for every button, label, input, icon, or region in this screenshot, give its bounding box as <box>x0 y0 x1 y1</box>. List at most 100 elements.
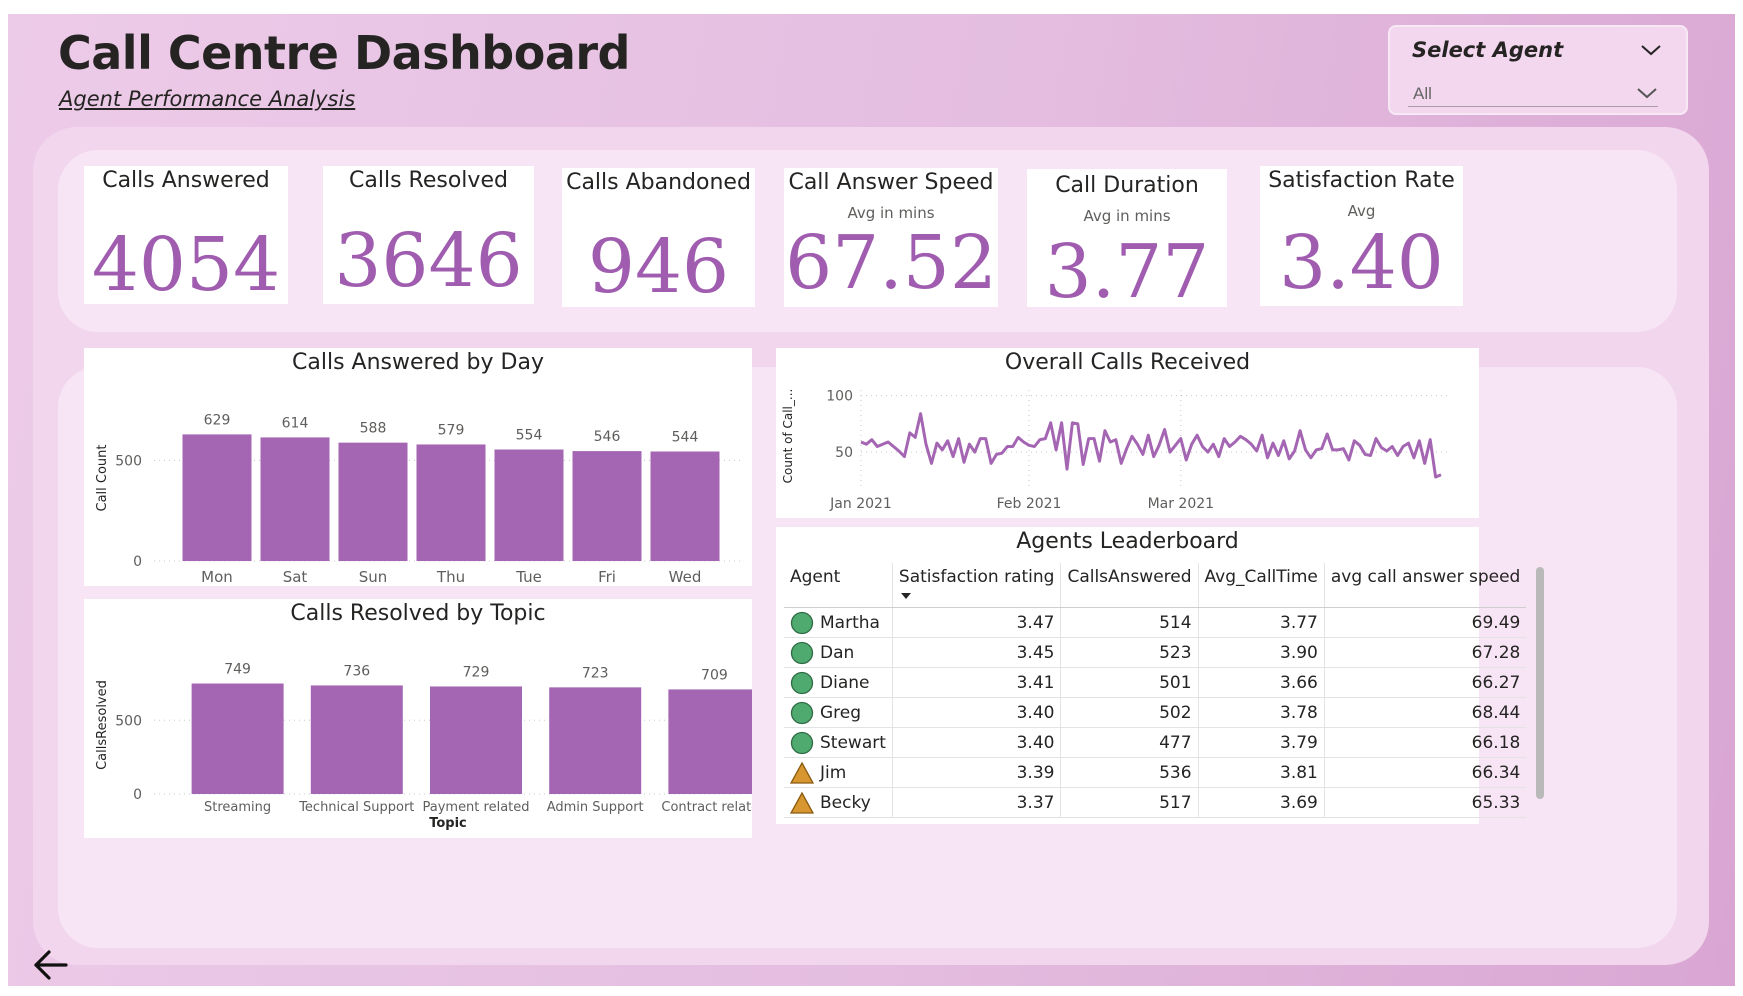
kpi-title: Satisfaction Rate <box>1268 168 1455 193</box>
data-label: 736 <box>343 663 370 679</box>
agent-name: Becky <box>820 792 871 813</box>
cell-answer-speed: 66.27 <box>1323 667 1527 698</box>
bar[interactable] <box>430 686 522 794</box>
kpi-card-calls-abandoned: Calls Abandoned 946 <box>562 168 755 307</box>
cell-avg-calltime: 3.66 <box>1197 667 1325 698</box>
cell-satisfaction: 3.45 <box>891 637 1061 668</box>
y-tick-label: 0 <box>133 787 142 803</box>
cell-avg-calltime: 3.78 <box>1197 697 1325 728</box>
agent-name: Greg <box>820 702 862 723</box>
kpi-value: 946 <box>587 224 730 310</box>
bar[interactable] <box>310 685 403 794</box>
table-row[interactable]: Diane 3.41 501 3.66 66.27 <box>784 667 1527 698</box>
back-arrow-icon[interactable] <box>30 944 72 986</box>
orange-triangle-icon <box>790 791 814 814</box>
column-header-agent[interactable]: Agent <box>784 563 893 608</box>
cell-avg-calltime: 3.79 <box>1197 727 1325 758</box>
cell-satisfaction: 3.40 <box>891 727 1061 758</box>
x-tick-label: Contract related <box>661 800 752 815</box>
bar[interactable] <box>572 451 642 561</box>
line-series[interactable] <box>860 412 1442 479</box>
column-header-label: Satisfaction rating <box>898 567 1055 587</box>
x-tick-label: Tue <box>515 568 542 586</box>
column-header-satisfaction[interactable]: Satisfaction rating <box>891 563 1061 608</box>
x-axis-label: Topic <box>429 816 467 831</box>
green-circle-icon <box>790 731 814 754</box>
column-header-calls-answered[interactable]: CallsAnswered <box>1060 563 1199 608</box>
cell-satisfaction: 3.39 <box>891 757 1061 788</box>
cell-answer-speed: 65.33 <box>1323 787 1527 818</box>
page-title: Call Centre Dashboard <box>58 26 630 80</box>
kpi-value: 3.77 <box>1044 229 1210 315</box>
overall-calls-chart: Overall Calls Received Count of Call_...… <box>776 348 1479 518</box>
bar[interactable] <box>494 449 564 561</box>
cell-satisfaction: 3.40 <box>891 697 1061 728</box>
green-circle-icon <box>790 701 814 724</box>
table-scrollbar[interactable] <box>1536 567 1544 799</box>
cell-satisfaction: 3.47 <box>891 607 1061 638</box>
kpi-card-call-answer-speed: Call Answer Speed Avg in mins 67.52 <box>784 168 998 307</box>
cell-agent: Becky <box>784 787 893 818</box>
bar[interactable] <box>191 683 284 794</box>
x-tick-label: Thu <box>436 568 465 586</box>
column-header-answer-speed[interactable]: avg call answer speed <box>1323 563 1527 608</box>
bar[interactable] <box>668 689 752 794</box>
data-label: 749 <box>224 662 251 678</box>
agent-name: Jim <box>820 762 847 783</box>
table-row[interactable]: Becky 3.37 517 3.69 65.33 <box>784 787 1527 818</box>
agent-slicer[interactable]: Select Agent All <box>1388 25 1688 115</box>
cell-avg-calltime: 3.69 <box>1197 787 1325 818</box>
cell-calls-answered: 514 <box>1060 607 1199 638</box>
column-header-avg-calltime[interactable]: Avg_CallTime <box>1197 563 1325 608</box>
kpi-card-calls-answered: Calls Answered 4054 <box>84 166 288 304</box>
data-label: 579 <box>438 422 465 438</box>
chevron-down-icon[interactable] <box>1640 43 1662 57</box>
bar[interactable] <box>549 687 642 794</box>
kpi-title: Calls Abandoned <box>566 170 751 195</box>
kpi-card-satisfaction-rate: Satisfaction Rate Avg 3.40 <box>1260 166 1463 306</box>
agent-name: Martha <box>820 612 880 633</box>
bar[interactable] <box>182 434 252 561</box>
table-row[interactable]: Dan 3.45 523 3.90 67.28 <box>784 637 1527 668</box>
kpi-value: 67.52 <box>785 220 997 306</box>
kpi-title: Call Answer Speed <box>788 170 994 195</box>
table-row[interactable]: Greg 3.40 502 3.78 68.44 <box>784 697 1527 728</box>
leaderboard-table: Agent Satisfaction rating CallsAnswered … <box>784 563 1527 818</box>
bar[interactable] <box>416 444 486 561</box>
agent-name: Stewart <box>820 732 886 753</box>
page-subtitle: Agent Performance Analysis <box>59 87 356 111</box>
chevron-down-icon[interactable] <box>1636 86 1658 100</box>
cell-calls-answered: 502 <box>1060 697 1199 728</box>
y-tick-label: 0 <box>133 554 142 570</box>
x-tick-label: Mar 2021 <box>1148 496 1215 512</box>
slicer-title: Select Agent <box>1412 38 1564 62</box>
table-row[interactable]: Martha 3.47 514 3.77 69.49 <box>784 607 1527 638</box>
kpi-panel: Calls Answered 4054 Calls Resolved 3646 … <box>58 150 1677 332</box>
cell-answer-speed: 67.28 <box>1323 637 1527 668</box>
data-label: 629 <box>204 412 231 428</box>
calls-by-topic-chart: Calls Resolved by Topic CallsResolved To… <box>84 599 752 838</box>
data-label: 729 <box>463 664 490 680</box>
kpi-value: 4054 <box>91 222 281 308</box>
slicer-dropdown[interactable]: All <box>1408 84 1658 107</box>
leaderboard-body: Martha 3.47 514 3.77 69.49 Dan 3.45 523 3.90 67.2… <box>784 607 1527 818</box>
cell-calls-answered: 523 <box>1060 637 1199 668</box>
kpi-subtitle: Avg in mins <box>1083 207 1171 225</box>
kpi-card-call-duration: Call Duration Avg in mins 3.77 <box>1027 169 1227 315</box>
agent-name: Diane <box>820 672 870 693</box>
bar[interactable] <box>338 442 408 561</box>
table-row[interactable]: Jim 3.39 536 3.81 66.34 <box>784 757 1527 788</box>
sort-descending-icon <box>900 593 911 599</box>
table-row[interactable]: Stewart 3.40 477 3.79 66.18 <box>784 727 1527 758</box>
calls-by-day-svg: Call Count 0 500 629 Mon 614 Sat 588 Sun 579 Thu 5… <box>95 412 744 586</box>
bar[interactable] <box>650 451 720 561</box>
report-canvas: Call Centre Dashboard Agent Performance … <box>8 14 1735 986</box>
slicer-selected-value: All <box>1413 84 1432 103</box>
x-tick-label: Jan 2021 <box>829 496 892 512</box>
x-tick-label: Sat <box>283 568 308 586</box>
cell-agent: Jim <box>784 757 893 788</box>
cell-calls-answered: 477 <box>1060 727 1199 758</box>
cell-satisfaction: 3.37 <box>891 787 1061 818</box>
bar[interactable] <box>260 437 330 561</box>
cell-agent: Greg <box>784 697 893 728</box>
